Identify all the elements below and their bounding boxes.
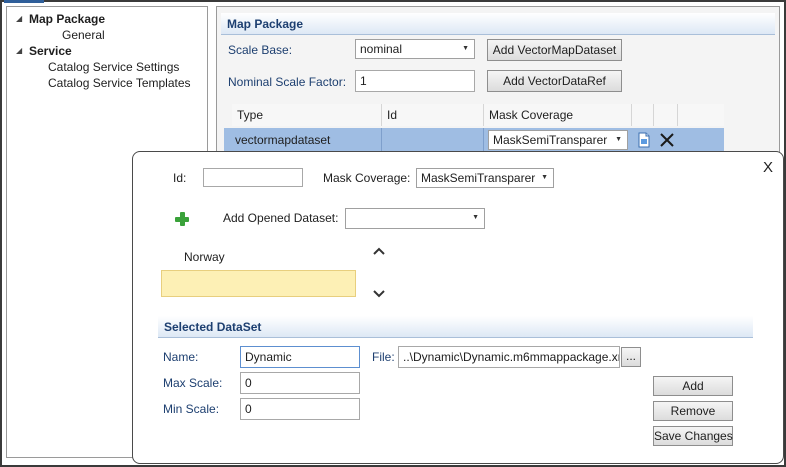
- chevron-down-icon: ▼: [541, 174, 548, 181]
- add-button[interactable]: Add: [653, 376, 733, 396]
- selected-dataset-header: Selected DataSet: [158, 316, 753, 338]
- save-changes-button[interactable]: Save Changes: [653, 426, 733, 446]
- expand-arrow-icon[interactable]: ◢: [16, 11, 22, 27]
- nominal-scale-factor-input[interactable]: 1: [355, 70, 475, 92]
- column-header-mask-coverage[interactable]: Mask Coverage: [484, 104, 632, 126]
- map-package-header: Map Package: [221, 13, 775, 35]
- max-scale-label: Max Scale:: [163, 376, 223, 390]
- file-label: File:: [372, 350, 395, 364]
- column-header-id[interactable]: Id: [382, 104, 484, 126]
- min-scale-input[interactable]: 0: [240, 398, 360, 420]
- tree-item-general[interactable]: General: [62, 27, 105, 43]
- tree-item-map-package[interactable]: Map Package: [29, 11, 105, 27]
- mask-coverage-label: Mask Coverage:: [323, 171, 411, 185]
- list-item[interactable]: Norway: [184, 248, 225, 266]
- name-label: Name:: [163, 350, 199, 364]
- add-vector-data-ref-button[interactable]: Add VectorDataRef: [487, 70, 622, 92]
- row-id-cell[interactable]: [382, 128, 484, 152]
- add-opened-dataset-label: Add Opened Dataset:: [223, 211, 339, 225]
- remove-button[interactable]: Remove: [653, 401, 733, 421]
- row-mask-coverage-dropdown[interactable]: MaskSemiTransparer ▼: [488, 130, 628, 150]
- scale-base-value: nominal: [360, 42, 403, 56]
- nominal-scale-factor-label: Nominal Scale Factor:: [228, 75, 347, 89]
- add-plus-icon[interactable]: [175, 212, 189, 226]
- list-item-selected[interactable]: [161, 270, 356, 297]
- file-path-input[interactable]: ..\Dynamic\Dynamic.m6mmappackage.xr: [398, 346, 620, 368]
- close-button[interactable]: X: [763, 160, 773, 176]
- edit-document-icon[interactable]: [636, 132, 652, 148]
- column-header-blank: [654, 104, 678, 126]
- row-type-cell[interactable]: vectormapdataset: [232, 128, 382, 152]
- tree-item-service[interactable]: Service: [29, 43, 72, 59]
- tree-item-catalog-service-settings[interactable]: Catalog Service Settings: [48, 59, 179, 75]
- expand-arrow-icon[interactable]: ◢: [16, 43, 22, 59]
- name-input[interactable]: Dynamic: [240, 346, 360, 368]
- add-opened-dataset-dropdown[interactable]: ▼: [345, 208, 485, 229]
- chevron-down-icon: ▼: [472, 214, 479, 221]
- max-scale-input[interactable]: 0: [240, 372, 360, 394]
- datasets-grid: Type Id Mask Coverage vectormapdataset M…: [224, 104, 724, 152]
- mask-coverage-dropdown[interactable]: MaskSemiTransparer ▼: [416, 168, 554, 188]
- column-header-type[interactable]: Type: [232, 104, 382, 126]
- min-scale-label: Min Scale:: [163, 402, 220, 416]
- row-mask-coverage-value: MaskSemiTransparer: [493, 133, 608, 147]
- column-header-blank: [632, 104, 654, 126]
- add-vector-map-dataset-button[interactable]: Add VectorMapDataset: [487, 39, 622, 61]
- chevron-up-icon[interactable]: [372, 245, 386, 255]
- delete-icon[interactable]: [659, 132, 675, 148]
- chevron-down-icon[interactable]: [372, 288, 386, 298]
- id-label: Id:: [173, 171, 187, 185]
- column-header-blank: [678, 104, 724, 126]
- scale-base-label: Scale Base:: [228, 43, 293, 57]
- browse-button[interactable]: ...: [621, 347, 641, 367]
- chevron-down-icon: ▼: [615, 136, 622, 143]
- chevron-down-icon: ▼: [462, 45, 469, 52]
- mask-coverage-value: MaskSemiTransparer: [421, 171, 536, 185]
- title-strip: [4, 0, 44, 3]
- id-input[interactable]: [203, 168, 303, 187]
- tree-item-catalog-service-templates[interactable]: Catalog Service Templates: [48, 75, 191, 91]
- scale-base-dropdown[interactable]: nominal ▼: [355, 39, 475, 59]
